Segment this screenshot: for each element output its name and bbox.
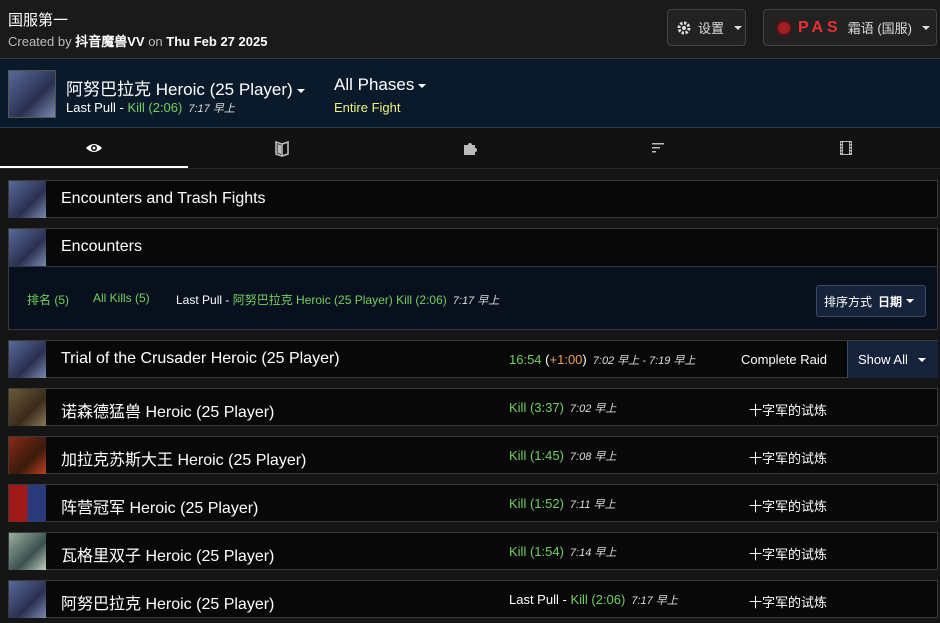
tab-rankings[interactable] [564, 128, 752, 168]
report-header: 国服第一 Created by 抖音魔兽VV on Thu Feb 27 202… [0, 0, 940, 58]
guild-emblem-icon [776, 19, 792, 36]
settings-button[interactable]: 设置 [667, 9, 746, 46]
chevron-down-icon [906, 299, 915, 303]
boss-avatar [9, 181, 46, 218]
view-tabs [0, 128, 940, 169]
fight-row[interactable]: 加拉克苏斯大王 Heroic (25 Player) Kill (1:45) 7:… [8, 436, 938, 474]
fight-result: Last Pull - Kill (2:06) 7:17 早上 [66, 100, 235, 115]
ranks-link[interactable]: 排名 (5) [27, 291, 69, 308]
encounters-trash-row[interactable]: Encounters and Trash Fights [8, 180, 938, 218]
all-kills-link[interactable]: All Kills (5) [93, 291, 150, 305]
account-name: 霜语 (国服) [847, 21, 912, 36]
raid-status: Complete Raid [741, 352, 827, 367]
boss-avatar [9, 389, 46, 426]
boss-avatar [9, 341, 46, 378]
boss-avatar [8, 70, 56, 118]
last-pull-link[interactable]: 阿努巴拉克 Heroic (25 Player) Kill (2:06) [233, 293, 447, 307]
boss-avatar [9, 485, 46, 522]
zone-link[interactable]: 十字军的试炼 [749, 592, 827, 611]
raid-name: Trial of the Crusader Heroic (25 Player) [61, 350, 340, 367]
eye-icon [86, 144, 102, 152]
show-all-button[interactable]: Show All [847, 341, 938, 378]
encounters-summary: 排名 (5) All Kills (5) Last Pull - 阿努巴拉克 H… [9, 266, 937, 329]
zone-link[interactable]: 十字军的试炼 [749, 544, 827, 563]
book-icon [275, 140, 289, 157]
zone-link[interactable]: 十字军的试炼 [749, 496, 827, 515]
sort-icon [652, 143, 664, 153]
zone-link[interactable]: 十字军的试炼 [749, 400, 827, 419]
report-title: 国服第一 [8, 12, 69, 29]
chevron-down-icon [418, 83, 427, 88]
fight-row[interactable]: 瓦格里双子 Heroic (25 Player) Kill (1:54) 7:14… [8, 532, 938, 570]
report-author[interactable]: 抖音魔兽VV [75, 34, 144, 49]
fight-row[interactable]: 阵营冠军 Heroic (25 Player) Kill (1:52) 7:11 … [8, 484, 938, 522]
chevron-down-icon [734, 25, 743, 30]
tab-timeline[interactable] [752, 128, 940, 168]
last-pull-info: Last Pull - 阿努巴拉克 Heroic (25 Player) Kil… [176, 293, 500, 307]
raid-duration: 16:54 (+1:00) 7:02 早上 - 7:19 早上 [509, 352, 696, 367]
fight-dropdown[interactable]: 阿努巴拉克 Heroic (25 Player) [66, 75, 305, 100]
phase-dropdown[interactable]: All Phases [334, 75, 427, 95]
boss-avatar [9, 533, 46, 570]
account-button[interactable]: PAS 霜语 (国服) [763, 9, 937, 46]
encounters-panel: Encounters 排名 (5) All Kills (5) Last Pul… [8, 228, 938, 330]
chevron-down-icon [917, 357, 926, 362]
report-date: Thu Feb 27 2025 [166, 34, 268, 49]
fight-selector-bar: 阿努巴拉克 Heroic (25 Player) Last Pull - Kil… [0, 58, 940, 128]
sort-dropdown[interactable]: 排序方式 日期 [816, 285, 926, 317]
boss-avatar [9, 581, 46, 618]
zone-link[interactable]: 十字军的试炼 [749, 448, 827, 467]
phase-sub: Entire Fight [334, 100, 401, 115]
fight-row[interactable]: 阿努巴拉克 Heroic (25 Player) Last Pull - Kil… [8, 580, 938, 618]
film-icon [840, 141, 852, 155]
raid-row[interactable]: Trial of the Crusader Heroic (25 Player)… [8, 340, 938, 378]
fight-row[interactable]: 诺森德猛兽 Heroic (25 Player) Kill (3:37) 7:02… [8, 388, 938, 426]
account-tag: PAS [798, 18, 842, 36]
chevron-down-icon [922, 25, 930, 30]
chevron-down-icon [296, 88, 305, 93]
tab-summary[interactable] [0, 128, 188, 168]
puzzle-icon [464, 143, 477, 155]
boss-avatar [9, 229, 46, 266]
boss-avatar [9, 437, 46, 474]
report-byline: Created by 抖音魔兽VV on Thu Feb 27 2025 [8, 34, 268, 49]
gear-icon [677, 21, 691, 34]
tab-damage[interactable] [188, 128, 376, 168]
encounters-title: Encounters [61, 238, 142, 255]
tab-auras[interactable] [376, 128, 564, 168]
